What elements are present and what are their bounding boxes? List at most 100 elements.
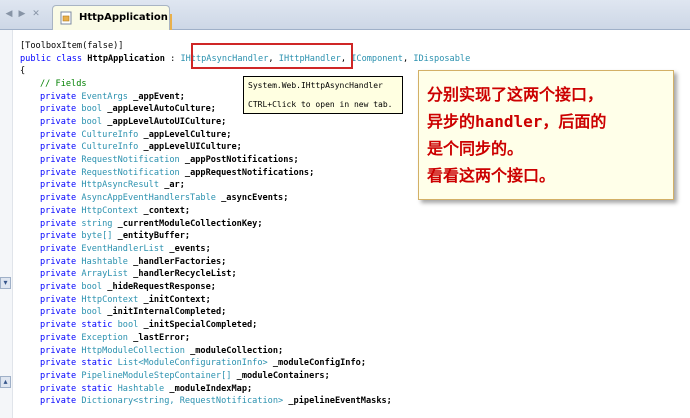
field-type[interactable]: byte[] [81, 231, 112, 241]
field-type[interactable]: bool [118, 320, 139, 330]
field-line: private static Hashtable _moduleIndexMap… [40, 383, 252, 396]
field-type[interactable]: CultureInfo [81, 142, 138, 152]
field-modifier: private [40, 282, 77, 292]
field-name: _appLevelUICulture; [143, 142, 242, 153]
field-line: private bool _appLevelAutoCulture; [40, 103, 216, 116]
field-line: private RequestNotification _appRequestN… [40, 167, 314, 180]
field-modifier: private [40, 104, 77, 115]
annotation-line: 是个同步的。 [427, 139, 524, 158]
field-type[interactable]: bool [81, 282, 102, 292]
field-line: private HttpModuleCollection _moduleColl… [40, 345, 283, 358]
interface-icomponent[interactable]: IComponent [351, 54, 403, 64]
field-line: private PipelineModuleStepContainer[] _m… [40, 370, 330, 383]
field-name: _appPostNotifications; [184, 155, 299, 165]
modifier-public: public [20, 53, 52, 64]
field-line: private AsyncAppEventHandlersTable _asyn… [40, 192, 288, 205]
field-modifier: private [40, 218, 77, 229]
field-name: _moduleIndexMap; [169, 383, 253, 394]
field-name: _hideRequestResponse; [107, 282, 216, 292]
class-file-icon [60, 11, 72, 25]
field-line: private Exception _lastError; [40, 332, 190, 345]
close-icon[interactable]: ✕ [31, 9, 41, 19]
interface-idisposable[interactable]: IDisposable [413, 54, 470, 64]
scroll-down-icon[interactable]: ▾ [0, 277, 11, 289]
field-name: _appLevelCulture; [143, 129, 232, 140]
field-line: private CultureInfo _appLevelCulture; [40, 129, 231, 142]
field-type[interactable]: PipelineModuleStepContainer[] [81, 371, 231, 381]
field-name: _initContext; [143, 294, 211, 305]
field-line: private Hashtable _handlerFactories; [40, 256, 226, 269]
field-type[interactable]: CultureInfo [81, 130, 138, 140]
annotation-line: 看看这两个接口。 [427, 166, 556, 185]
field-type[interactable]: bool [81, 117, 102, 127]
field-type[interactable]: RequestNotification [81, 168, 179, 178]
interface-highlight-box [191, 43, 353, 69]
annotation-line: 分别实现了这两个接口， [427, 85, 604, 104]
field-type[interactable]: bool [81, 104, 102, 114]
forward-arrow-icon[interactable]: ▶ [17, 9, 27, 19]
field-type[interactable]: ArrayList [81, 269, 128, 279]
field-type[interactable]: EventHandlerList [81, 244, 164, 254]
field-type[interactable]: HttpAsyncResult [81, 180, 159, 190]
field-line: private static List<ModuleConfigurationI… [40, 357, 366, 370]
separator: , [402, 53, 414, 64]
field-modifier: private [40, 345, 77, 356]
field-type[interactable]: HttpContext [81, 206, 138, 216]
scroll-up-icon[interactable]: ▴ [0, 376, 11, 388]
field-type[interactable]: bool [81, 307, 102, 317]
field-modifier: private static [40, 320, 113, 331]
field-type[interactable]: Hashtable [118, 384, 165, 394]
field-name: _moduleContainers; [236, 370, 330, 381]
field-line: private HttpAsyncResult _ar; [40, 179, 185, 192]
field-name: _asyncEvents; [221, 193, 289, 204]
field-name: _entityBuffer; [117, 231, 191, 242]
field-name: _appEvent; [133, 91, 185, 102]
field-modifier: private [40, 129, 77, 140]
field-line: private CultureInfo _appLevelUICulture; [40, 141, 242, 154]
field-modifier: private [40, 269, 77, 280]
field-type[interactable]: Exception [81, 333, 128, 343]
field-name: _moduleCollection; [190, 345, 284, 356]
field-name: _handlerFactories; [133, 256, 227, 267]
tab-accent [170, 14, 172, 30]
tab-http-application[interactable]: HttpApplication [52, 5, 170, 30]
attribute-line: [ToolboxItem(false)] [20, 41, 124, 51]
field-modifier: private [40, 91, 77, 102]
tooltip-hint: CTRL+Click to open in new tab. [248, 100, 393, 109]
field-name: _handlerRecycleList; [133, 269, 237, 280]
colon: : [164, 53, 181, 64]
back-arrow-icon[interactable]: ◀ [4, 9, 14, 19]
field-name: _context; [143, 205, 191, 216]
field-modifier: private [40, 294, 77, 305]
field-type[interactable]: HttpContext [81, 295, 138, 305]
field-type[interactable]: List<ModuleConfigurationInfo> [118, 358, 268, 368]
field-type[interactable]: RequestNotification [81, 155, 179, 165]
field-type[interactable]: AsyncAppEventHandlersTable [81, 193, 216, 203]
field-modifier: private [40, 243, 77, 254]
field-line: private byte[] _entityBuffer; [40, 230, 190, 243]
modifier-class: class [56, 53, 83, 64]
field-modifier: private static [40, 383, 113, 394]
field-type[interactable]: string [81, 219, 112, 229]
field-name: _pipelineEventMasks; [288, 396, 392, 407]
field-name: _moduleConfigInfo; [272, 358, 366, 369]
field-name: _initInternalCompleted; [107, 307, 227, 318]
field-modifier: private [40, 116, 77, 127]
field-type[interactable]: Hashtable [81, 257, 128, 267]
fields-comment: // Fields [40, 79, 87, 89]
field-modifier: private [40, 370, 77, 381]
field-modifier: private [40, 256, 77, 267]
field-type[interactable]: EventArgs [81, 92, 128, 102]
field-line: private EventHandlerList _events; [40, 243, 211, 256]
field-name: _appLevelAutoCulture; [107, 104, 216, 115]
field-line: private static bool _initSpecialComplete… [40, 319, 257, 332]
field-line: private EventArgs _appEvent; [40, 91, 185, 104]
editor-tab-strip: ◀ ▶ ✕ HttpApplication [0, 0, 690, 30]
field-type[interactable]: Dictionary<string, RequestNotification> [81, 396, 283, 406]
field-line: private RequestNotification _appPostNoti… [40, 154, 299, 167]
field-modifier: private [40, 193, 77, 204]
field-name: _ar; [164, 180, 185, 191]
class-name: HttpApplication [87, 53, 165, 64]
field-name: _events; [169, 243, 211, 254]
field-type[interactable]: HttpModuleCollection [81, 346, 184, 356]
